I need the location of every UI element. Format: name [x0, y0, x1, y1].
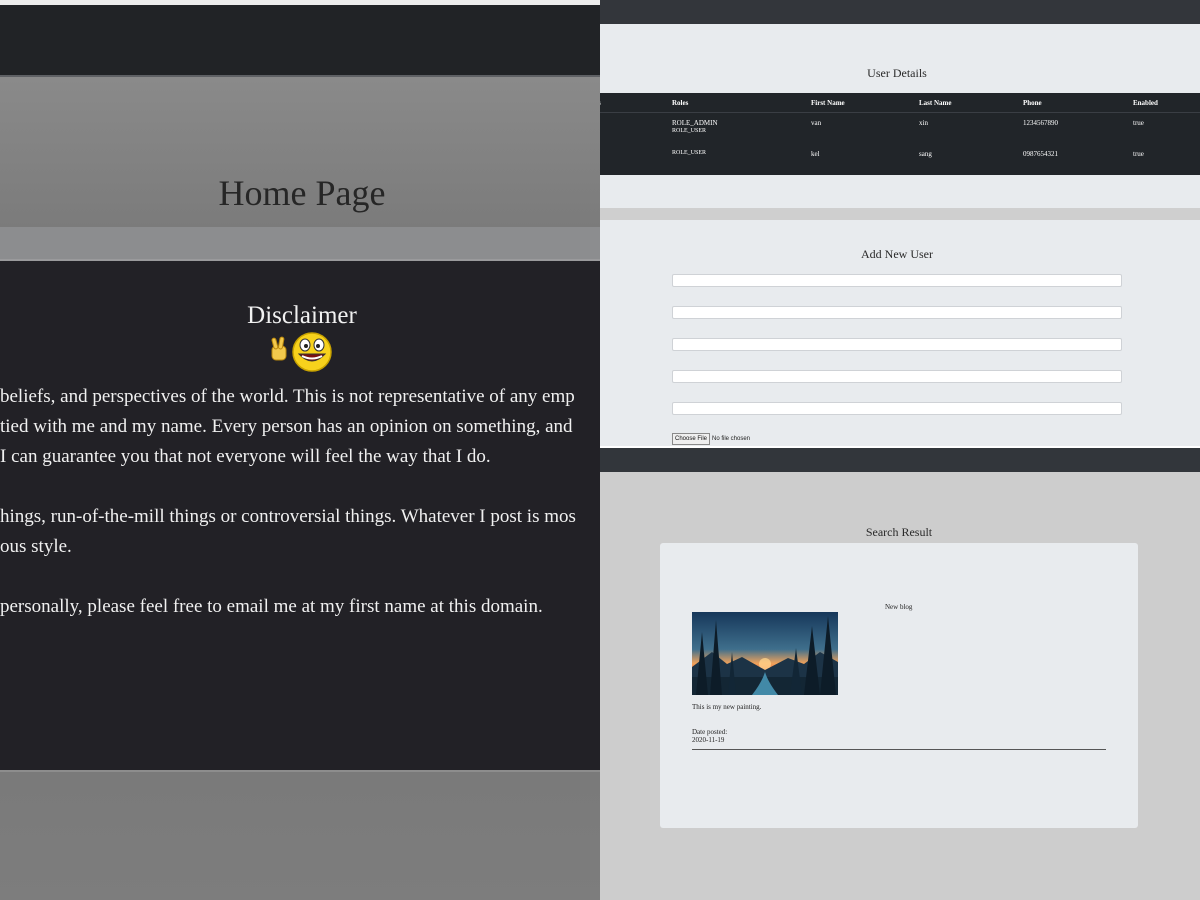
table-divider [600, 112, 1200, 113]
home-footer-area [0, 772, 600, 900]
file-status: No file chosen [712, 436, 751, 442]
disclaimer-title: Disclaimer [247, 302, 357, 329]
column-header-first-name: First Name [811, 99, 845, 107]
disclaimer-line: I can guarantee you that not everyone wi… [0, 446, 491, 467]
table-cell-role: ROLE_USER [672, 128, 707, 134]
date-posted-value: 2020-11-19 [692, 736, 725, 744]
disclaimer-line: tied with me and my name. Every person h… [0, 416, 573, 437]
table-cell-phone: 1234567890 [1023, 119, 1058, 127]
blog-divider [692, 749, 1106, 750]
grinning-face-icon [292, 332, 332, 372]
choose-file-button[interactable]: Choose File [672, 433, 711, 445]
date-posted-label: Date posted: [692, 728, 728, 736]
table-cell-last-name: xin [919, 119, 928, 127]
column-header-roles: Roles [672, 99, 689, 107]
disclaimer-line: hings, run-of-the-mill things or controv… [0, 506, 576, 527]
blog-title[interactable]: New blog [885, 603, 912, 611]
home-navbar [0, 5, 600, 77]
column-header-enabled: Enabled [1133, 99, 1158, 107]
admin-navbar [600, 0, 1200, 24]
disclaimer-line: beliefs, and perspectives of the world. … [0, 386, 575, 407]
search-result-panel: Search Result New blog This is my new pa… [600, 472, 1200, 900]
peace-sign-and-grinning-face-icon [271, 332, 332, 372]
user-details-panel: User Details s Roles First Name Last Nam… [600, 0, 1200, 208]
painting-image[interactable] [692, 612, 838, 695]
peace-hand-icon [271, 336, 287, 361]
last-name-field[interactable] [672, 370, 1122, 383]
section-divider [600, 208, 1200, 220]
column-header-phone: Phone [1023, 99, 1042, 107]
table-cell-phone: 0987654321 [1023, 150, 1058, 158]
blog-card[interactable]: New blog This is my new painting. Date p… [660, 543, 1138, 828]
user-details-title: User Details [867, 66, 927, 80]
disclaimer-line: ous style. [0, 536, 72, 557]
hero-band [0, 227, 600, 261]
first-name-field[interactable] [672, 338, 1122, 351]
password-field[interactable] [672, 306, 1122, 319]
add-user-panel: Add New User Choose File No file chosen [600, 220, 1200, 448]
disclaimer-line: personally, please feel free to email me… [0, 596, 543, 617]
column-header: s [600, 99, 601, 107]
search-result-title: Search Result [865, 525, 933, 539]
search-navbar [600, 448, 1200, 472]
home-page-panel: Home Page Disclaimer beliefs, and perspe… [0, 0, 600, 900]
username-field[interactable] [672, 274, 1122, 287]
table-cell-enabled: true [1133, 150, 1144, 158]
table-cell-role: ROLE_ADMIN [672, 119, 718, 127]
table-cell-first-name: kel [811, 150, 820, 158]
table-cell-enabled: true [1133, 119, 1144, 127]
table-cell-first-name: van [811, 119, 822, 127]
user-table: s Roles First Name Last Name Phone Enabl… [600, 93, 1200, 175]
phone-field[interactable] [672, 402, 1122, 415]
add-user-title: Add New User [861, 247, 933, 261]
blog-description: This is my new painting. [692, 703, 762, 711]
column-header-last-name: Last Name [919, 99, 952, 107]
table-cell-last-name: sang [919, 150, 932, 158]
page-title: Home Page [218, 173, 386, 213]
table-cell-role: ROLE_USER [672, 150, 707, 156]
